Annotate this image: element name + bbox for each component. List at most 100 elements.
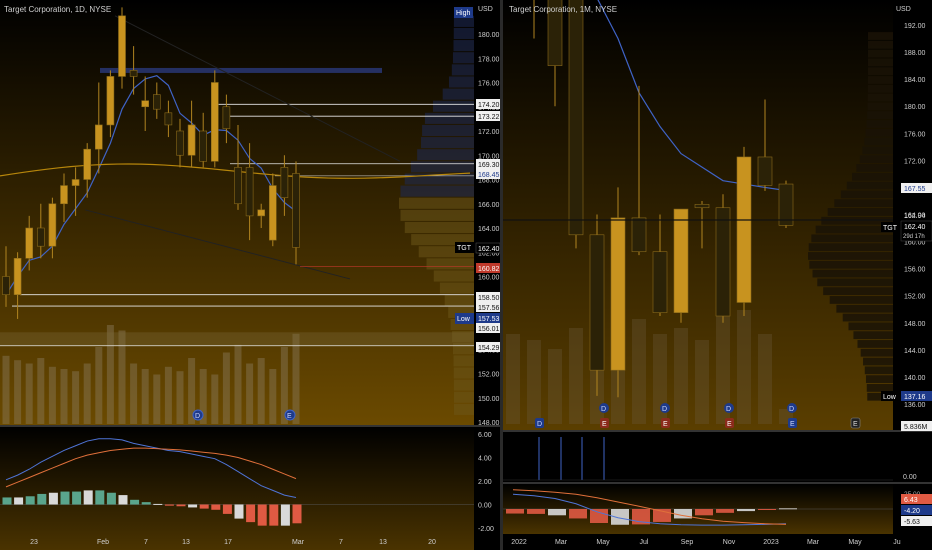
macd-axis-label: 0.00 — [478, 503, 492, 510]
profile-bar — [451, 64, 474, 76]
volume-bar — [60, 369, 68, 424]
macd-axis-label: 2.00 — [478, 479, 492, 486]
macd-panel-bg — [0, 427, 474, 550]
profile-bar — [836, 304, 893, 313]
profile-bar — [829, 296, 893, 304]
price-tick: 180.00 — [478, 32, 500, 39]
time-tick: 2023 — [763, 539, 779, 546]
event-e-5-label: E — [853, 421, 858, 428]
volume-bar — [83, 363, 91, 424]
macd-histogram-bar — [106, 492, 116, 505]
macd-tag-3: -4.20 — [904, 508, 920, 515]
candle-body — [118, 15, 126, 77]
candle-body — [234, 167, 242, 205]
daily-chart-svg[interactable]: 6.00 4.00 2.00 0.00 -2.00 180.00 178.00 176.00… — [0, 0, 500, 550]
macd-histogram-bar — [130, 499, 140, 505]
event-d-2-label: D — [601, 406, 606, 413]
volume-bar — [95, 347, 103, 424]
candle-body — [2, 276, 10, 295]
profile-bar — [867, 67, 893, 76]
candle-body — [25, 227, 34, 259]
candle-body — [199, 130, 207, 162]
tag-167-55: 167.55 — [904, 186, 926, 193]
candle-body — [36, 227, 45, 247]
macd-histogram-bar — [569, 509, 587, 519]
profile-bar — [404, 221, 474, 234]
price-tick: 140.00 — [904, 375, 926, 382]
volume-bar — [37, 358, 45, 424]
macd-histogram-bar — [292, 504, 302, 524]
profile-bar — [853, 331, 893, 340]
monthly-chart-pane[interactable]: 192.00188.00184.00180.00176.00172.00168.… — [503, 0, 932, 550]
macd-histogram-bar — [234, 504, 244, 519]
candle-body — [83, 148, 91, 180]
candle-body — [694, 204, 710, 209]
tag-174-20: 174.20 — [478, 102, 500, 109]
macd-histogram-bar — [779, 508, 797, 510]
tag-158-50: 158.50 — [478, 295, 500, 302]
macd-histogram-bar — [60, 491, 70, 505]
event-d-1-label: D — [537, 421, 542, 428]
volume-bar — [176, 371, 184, 424]
candle-body — [176, 130, 184, 156]
time-tick: 13 — [379, 539, 387, 546]
macd-histogram-bar — [737, 509, 755, 512]
tag-173-22: 173.22 — [478, 114, 500, 121]
profile-bar — [453, 40, 474, 52]
profile-bar — [809, 260, 893, 269]
profile-bar — [859, 155, 893, 164]
profile-bar — [840, 190, 893, 199]
volume-bar — [737, 310, 751, 424]
macd-histogram-bar — [527, 509, 545, 514]
candle-body — [60, 185, 68, 205]
candle-body — [48, 203, 57, 247]
macd-histogram-bar — [2, 497, 12, 505]
price-tick: 152.00 — [904, 294, 926, 301]
profile-bar — [827, 208, 893, 216]
tag-157-56: 157.56 — [478, 305, 500, 312]
countdown: 29d 17h — [903, 234, 925, 240]
macd-histogram-bar — [25, 496, 35, 505]
time-tick: Ju — [893, 539, 901, 546]
candle-body — [292, 173, 300, 248]
volume-bar — [164, 366, 172, 424]
volume-bar — [234, 344, 242, 424]
high-label: High — [456, 10, 471, 17]
volume-bar — [25, 363, 33, 424]
volume-bar — [506, 334, 520, 424]
monthly-chart-svg[interactable]: 192.00188.00184.00180.00176.00172.00168.… — [503, 0, 932, 550]
macd-histogram-bar — [506, 509, 524, 514]
macd-histogram-bar — [118, 495, 128, 505]
macd-histogram-bar — [164, 504, 174, 506]
profile-bar — [417, 149, 474, 161]
currency-label: USD — [896, 6, 911, 13]
profile-bar — [867, 93, 893, 102]
time-tick: 2022 — [511, 539, 527, 546]
price-tick: 180.00 — [904, 104, 926, 111]
level-zone — [0, 332, 474, 346]
macd-histogram-bar — [695, 509, 713, 516]
profile-bar — [817, 278, 893, 287]
candle-body — [568, 0, 584, 236]
price-tick: 192.00 — [904, 23, 926, 30]
profile-bar — [442, 88, 474, 100]
profile-bar — [867, 76, 893, 84]
price-tick: 152.00 — [478, 372, 500, 379]
macd-histogram-bar — [141, 502, 151, 505]
price-tick: 148.00 — [478, 420, 500, 427]
volume-bar — [153, 374, 161, 424]
macd-histogram-bar — [211, 504, 221, 510]
candle-body — [715, 207, 731, 317]
price-tick: 172.00 — [478, 129, 500, 136]
candle-body — [187, 124, 196, 156]
profile-bar — [863, 357, 893, 366]
tag-162-40: 162.40 — [478, 246, 500, 253]
candle-body — [13, 258, 22, 295]
volume-bar — [569, 328, 583, 424]
candle-body — [589, 234, 605, 371]
profile-bar — [453, 391, 474, 403]
macd-tag-2: 6.43 — [904, 497, 918, 504]
daily-chart-pane[interactable]: 6.00 4.00 2.00 0.00 -2.00 180.00 178.00 176.00… — [0, 0, 500, 550]
ticker-label: TGT — [457, 245, 472, 252]
price-tick: 176.00 — [478, 81, 500, 88]
